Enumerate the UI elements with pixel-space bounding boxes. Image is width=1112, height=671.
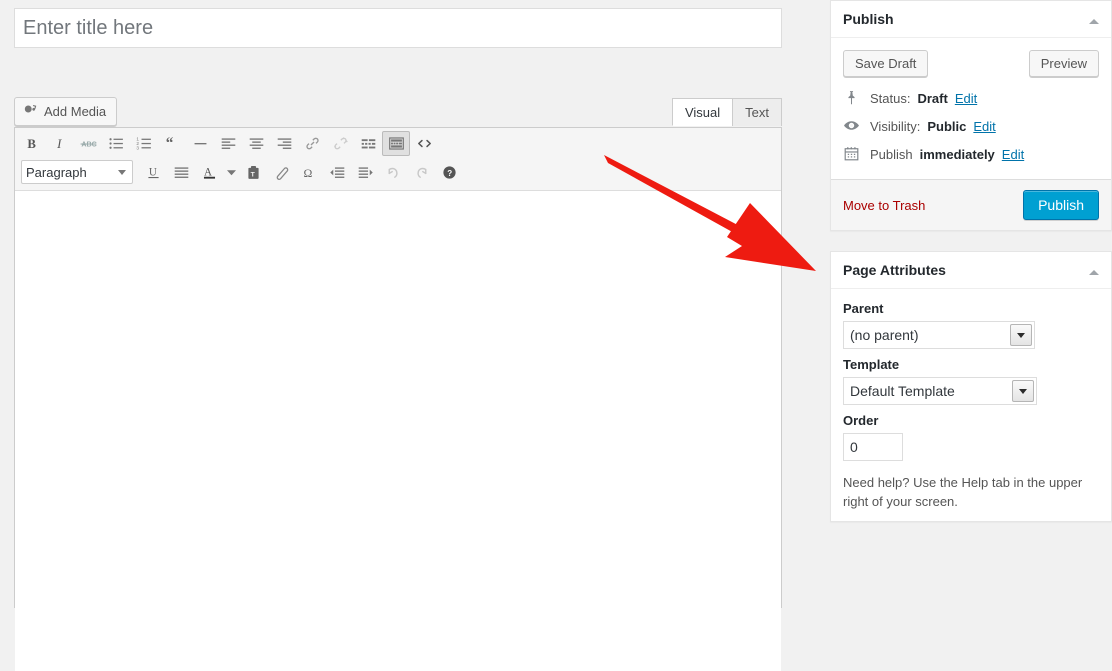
- numbered-list-icon[interactable]: 1 2 3: [130, 131, 158, 156]
- add-media-label: Add Media: [44, 104, 106, 119]
- undo-icon[interactable]: [379, 160, 407, 185]
- svg-text:A: A: [203, 166, 211, 178]
- page-attributes-panel-body: Parent (no parent) Template Default Temp…: [831, 289, 1111, 521]
- sidebar-column: Publish Save Draft Preview Status: Draft: [830, 0, 1112, 608]
- clear-formatting-icon[interactable]: [267, 160, 295, 185]
- toolbar-row-2: Paragraph U: [18, 157, 778, 187]
- schedule-label: Publish: [870, 146, 913, 164]
- code-icon[interactable]: [410, 131, 438, 156]
- chevron-down-icon: [1010, 324, 1032, 346]
- svg-text:ABC: ABC: [81, 141, 96, 149]
- svg-text:?: ?: [447, 168, 452, 177]
- add-media-icon: [23, 103, 38, 121]
- publish-panel-header[interactable]: Publish: [831, 1, 1111, 38]
- paragraph-format-value: Paragraph: [26, 165, 87, 180]
- svg-text:3: 3: [136, 145, 139, 150]
- preview-button[interactable]: Preview: [1029, 50, 1099, 77]
- status-edit-link[interactable]: Edit: [955, 90, 977, 108]
- publish-panel-footer: Move to Trash Publish: [831, 179, 1111, 230]
- page-attributes-panel: Page Attributes Parent (no parent) Templ…: [830, 251, 1112, 522]
- parent-select[interactable]: (no parent): [843, 321, 1035, 349]
- align-right-icon[interactable]: [270, 131, 298, 156]
- publish-panel-title: Publish: [843, 11, 894, 27]
- chevron-down-icon: [118, 170, 126, 175]
- page-attributes-panel-header[interactable]: Page Attributes: [831, 252, 1111, 289]
- text-color-dropdown-icon[interactable]: [223, 160, 239, 185]
- visibility-value: Public: [927, 118, 966, 136]
- pin-icon: [843, 89, 863, 109]
- order-input[interactable]: [843, 433, 903, 461]
- svg-text:U: U: [148, 166, 156, 178]
- italic-icon[interactable]: I: [46, 131, 74, 156]
- visibility-edit-link[interactable]: Edit: [973, 118, 995, 136]
- align-center-icon[interactable]: [242, 131, 270, 156]
- visibility-row: Visibility: Public Edit: [843, 113, 1099, 141]
- keyboard-help-icon[interactable]: ?: [435, 160, 463, 185]
- svg-text:B: B: [27, 137, 36, 151]
- publish-button[interactable]: Publish: [1023, 190, 1099, 220]
- calendar-icon: [843, 145, 863, 165]
- wordpress-page-editor: Add Media Visual Text B: [0, 0, 1112, 608]
- paragraph-format-select[interactable]: Paragraph: [21, 160, 133, 184]
- align-left-icon[interactable]: [214, 131, 242, 156]
- collapse-caret-icon[interactable]: [1087, 14, 1101, 28]
- publish-actions-row: Save Draft Preview: [843, 48, 1099, 85]
- tab-text[interactable]: Text: [732, 98, 782, 126]
- editor-shell: B I ABC: [14, 127, 782, 608]
- publish-panel-body: Save Draft Preview Status: Draft Edit: [831, 38, 1111, 179]
- editor-column: Add Media Visual Text B: [0, 0, 796, 608]
- template-select[interactable]: Default Template: [843, 377, 1037, 405]
- editor-mode-tabs: Visual Text: [673, 98, 782, 126]
- eye-icon: [843, 117, 863, 137]
- template-label: Template: [843, 357, 1099, 372]
- status-value: Draft: [917, 90, 947, 108]
- bold-icon[interactable]: B: [18, 131, 46, 156]
- special-character-icon[interactable]: Ω: [295, 160, 323, 185]
- redo-icon[interactable]: [407, 160, 435, 185]
- svg-text:“: “: [165, 135, 173, 152]
- indent-icon[interactable]: [351, 160, 379, 185]
- add-media-button[interactable]: Add Media: [14, 97, 117, 126]
- unlink-icon[interactable]: [326, 131, 354, 156]
- chevron-down-icon: [1012, 380, 1034, 402]
- editor-toolbar: B I ABC: [15, 128, 781, 191]
- save-draft-button[interactable]: Save Draft: [843, 50, 928, 77]
- editor-content-area[interactable]: [15, 191, 781, 671]
- tab-visual[interactable]: Visual: [672, 98, 733, 126]
- visibility-label: Visibility:: [870, 118, 920, 136]
- media-buttons-row: Add Media Visual Text: [14, 97, 782, 127]
- publish-panel: Publish Save Draft Preview Status: Draft: [830, 0, 1112, 231]
- toolbar-toggle-icon[interactable]: [382, 131, 410, 156]
- schedule-edit-link[interactable]: Edit: [1002, 146, 1024, 164]
- read-more-icon[interactable]: [354, 131, 382, 156]
- paste-as-text-icon[interactable]: T: [239, 160, 267, 185]
- title-field-wrapper: [14, 8, 782, 48]
- status-row: Status: Draft Edit: [843, 85, 1099, 113]
- help-note: Need help? Use the Help tab in the upper…: [843, 473, 1099, 511]
- underline-icon[interactable]: U: [139, 160, 167, 185]
- horizontal-rule-icon[interactable]: [186, 131, 214, 156]
- page-attributes-panel-title: Page Attributes: [843, 262, 946, 278]
- parent-select-value: (no parent): [850, 327, 918, 343]
- strikethrough-icon[interactable]: ABC: [74, 131, 102, 156]
- outdent-icon[interactable]: [323, 160, 351, 185]
- link-icon[interactable]: [298, 131, 326, 156]
- post-title-input[interactable]: [14, 8, 782, 48]
- svg-text:Ω: Ω: [303, 165, 312, 179]
- parent-label: Parent: [843, 301, 1099, 316]
- bulleted-list-icon[interactable]: [102, 131, 130, 156]
- schedule-value: immediately: [920, 146, 995, 164]
- schedule-row: Publish immediately Edit: [843, 141, 1099, 169]
- toolbar-row-1: B I ABC: [18, 130, 778, 157]
- move-to-trash-link[interactable]: Move to Trash: [843, 198, 925, 213]
- template-select-value: Default Template: [850, 383, 955, 399]
- status-label: Status:: [870, 90, 910, 108]
- align-justify-icon[interactable]: [167, 160, 195, 185]
- collapse-caret-icon[interactable]: [1087, 265, 1101, 279]
- svg-text:I: I: [56, 137, 62, 151]
- order-label: Order: [843, 413, 1099, 428]
- blockquote-icon[interactable]: “: [158, 131, 186, 156]
- text-color-icon[interactable]: A: [195, 160, 223, 185]
